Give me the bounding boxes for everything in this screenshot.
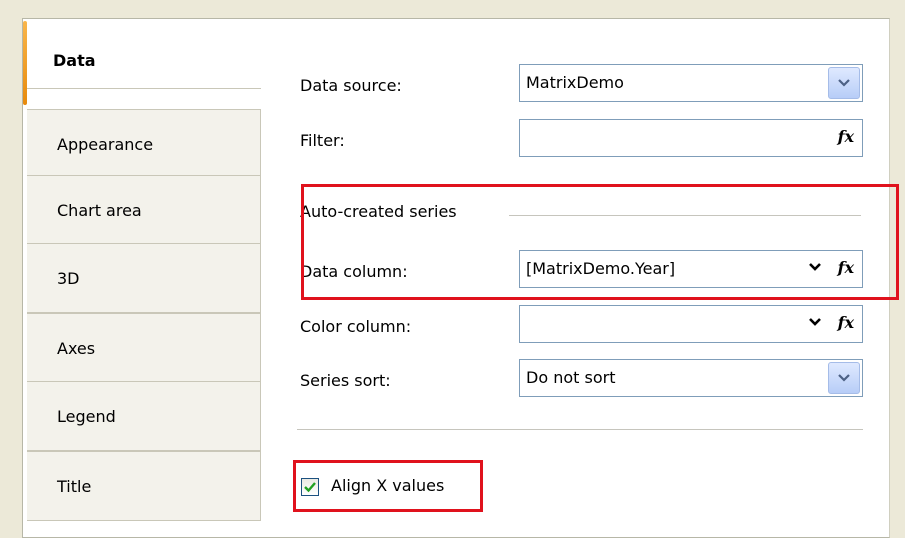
tab-legend[interactable]: Legend xyxy=(27,381,261,451)
tab-appearance[interactable]: Appearance xyxy=(27,109,261,179)
tab-label: Chart area xyxy=(57,200,142,220)
highlight-frame xyxy=(301,184,899,300)
filter-field[interactable]: fx xyxy=(519,119,863,157)
data-source-dropdown-button[interactable] xyxy=(828,67,860,99)
tab-label: Axes xyxy=(57,338,96,358)
series-sort-label: Series sort: xyxy=(300,371,391,390)
data-source-select[interactable]: MatrixDemo xyxy=(519,64,863,102)
data-settings-panel: Data source: MatrixDemo Filter: fx Auto-… xyxy=(261,19,899,537)
chevron-down-icon[interactable] xyxy=(808,317,822,327)
expression-editor-icon[interactable]: fx xyxy=(838,313,854,332)
series-sort-value: Do not sort xyxy=(526,368,616,387)
tab-label: Title xyxy=(57,476,92,496)
color-column-select[interactable]: fx xyxy=(519,305,863,343)
tab-chart-area[interactable]: Chart area xyxy=(27,175,261,245)
filter-label: Filter: xyxy=(300,131,345,150)
data-source-label: Data source: xyxy=(300,76,402,95)
section-divider xyxy=(297,429,863,430)
expression-editor-icon[interactable]: fx xyxy=(838,127,854,146)
tab-label: 3D xyxy=(57,268,80,288)
tab-label: Data xyxy=(53,51,96,70)
tab-label: Legend xyxy=(57,406,116,426)
highlight-frame xyxy=(293,460,483,512)
tab-3d[interactable]: 3D xyxy=(27,243,261,313)
tab-title[interactable]: Title xyxy=(27,451,261,521)
series-sort-dropdown-button[interactable] xyxy=(828,362,860,394)
tab-axes[interactable]: Axes xyxy=(27,313,261,383)
tab-strip: Data Appearance Chart area 3D Axes Legen… xyxy=(23,19,261,537)
chevron-down-icon xyxy=(838,79,850,87)
color-column-label: Color column: xyxy=(300,317,412,336)
tab-data[interactable]: Data xyxy=(23,19,261,105)
series-sort-select[interactable]: Do not sort xyxy=(519,359,863,397)
chevron-down-icon xyxy=(838,374,850,382)
data-source-value: MatrixDemo xyxy=(526,73,624,92)
chart-editor-window: Data Appearance Chart area 3D Axes Legen… xyxy=(22,18,899,538)
tab-label: Appearance xyxy=(57,134,154,154)
